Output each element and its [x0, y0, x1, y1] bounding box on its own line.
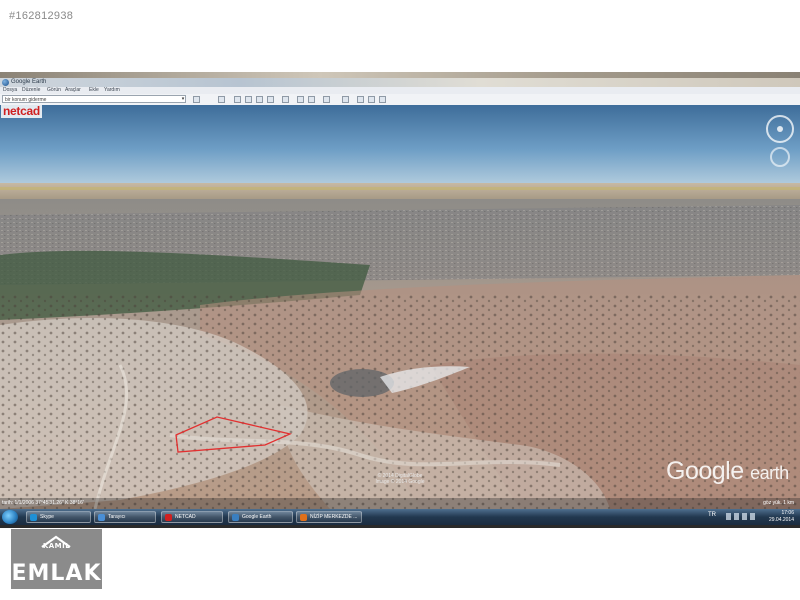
taskbar-label: Tarayıcı	[108, 514, 126, 520]
window-titlebar: Google Earth	[0, 78, 800, 87]
windows-taskbar: Skype Tarayıcı NETCAD Google Earth NİZİP…	[0, 509, 800, 525]
taskbar-item-browser[interactable]: Tarayıcı	[94, 511, 156, 523]
sidebar-toggle-icon[interactable]	[218, 96, 225, 103]
dark-basin	[330, 369, 394, 397]
polygon-icon[interactable]	[245, 96, 252, 103]
taskbar-label: NİZİP MERKEZDE ...	[310, 514, 358, 520]
taskbar-item-firefox[interactable]: NİZİP MERKEZDE ...	[296, 511, 362, 523]
coordinates-readout: tarih: 1/1/2006 37°45'31.26" K 38°16'	[2, 500, 84, 506]
taskbar-label: NETCAD	[175, 514, 196, 520]
netcad-icon	[165, 514, 172, 521]
google-earth-icon	[232, 514, 239, 521]
taskbar-label: Skype	[40, 514, 54, 520]
menu-item-help[interactable]: Yardım	[104, 87, 120, 94]
maps-icon[interactable]	[379, 96, 386, 103]
menu-item-add[interactable]: Ekle	[89, 87, 99, 94]
taskbar-item-netcad[interactable]: NETCAD	[161, 511, 223, 523]
email-icon[interactable]	[357, 96, 364, 103]
eye-altitude-readout: göz yük. 1 km	[763, 500, 794, 506]
menu-item-tools[interactable]: Araçlar	[65, 87, 81, 94]
system-tray: TR 17:06 29.04.2014	[708, 510, 798, 524]
look-joystick-icon[interactable]	[777, 126, 783, 132]
search-icon[interactable]	[193, 96, 200, 103]
menu-item-file[interactable]: Dosya	[3, 87, 17, 94]
clock-time[interactable]: 17:06	[781, 510, 794, 517]
path-icon[interactable]	[256, 96, 263, 103]
kamil-emlak-logo: KAMİL EMLAK	[11, 529, 102, 589]
menu-bar: Dosya Düzenle Görün Araçlar Ekle Yardım	[0, 87, 800, 94]
ruler-icon[interactable]	[342, 96, 349, 103]
firefox-icon	[300, 514, 307, 521]
terrain-view	[0, 105, 800, 509]
logo-emlak-text: EMLAK	[11, 561, 102, 586]
clock-date[interactable]: 29.04.2014	[769, 517, 794, 524]
planet-icon[interactable]	[323, 96, 330, 103]
start-button[interactable]	[2, 510, 18, 524]
search-input[interactable]: bir konum giderme	[2, 95, 186, 103]
logo-kamil-text: KAMİL	[42, 542, 71, 550]
screenshot-monitor: Google Earth Dosya Düzenle Görün Araçlar…	[0, 72, 800, 528]
placemark-icon[interactable]	[234, 96, 241, 103]
watermark-earth: earth	[750, 463, 789, 483]
taskbar-item-skype[interactable]: Skype	[26, 511, 91, 523]
menu-item-edit[interactable]: Düzenle	[22, 87, 40, 94]
netcad-logo: netcad	[1, 105, 42, 118]
overlay-icon[interactable]	[267, 96, 274, 103]
imagery-attribution: © 2014 DigitalGlobe Image © 2014 Google	[375, 473, 425, 485]
historical-imagery-icon[interactable]	[308, 96, 315, 103]
skype-icon	[30, 514, 37, 521]
sky	[0, 105, 800, 187]
sun-icon[interactable]	[297, 96, 304, 103]
taskbar-label: Google Earth	[242, 514, 272, 520]
google-earth-icon	[2, 79, 9, 86]
status-bar: tarih: 1/1/2006 37°45'31.26" K 38°16' gö…	[0, 498, 800, 509]
move-joystick-icon[interactable]	[770, 147, 790, 167]
earth-view[interactable]: netcad © 2014 DigitalGlobe Image © 2014 …	[0, 105, 800, 509]
window-title: Google Earth	[11, 79, 47, 85]
menu-item-view[interactable]: Görün	[47, 87, 61, 94]
print-icon[interactable]	[368, 96, 375, 103]
taskbar-item-google-earth[interactable]: Google Earth	[228, 511, 293, 523]
horizon-haze	[0, 183, 800, 199]
google-earth-watermark: Google earth	[666, 458, 789, 486]
monitor-bezel-bottom	[0, 525, 800, 528]
tray-icons[interactable]	[726, 513, 758, 520]
listing-id: #162812938	[9, 10, 74, 22]
compass-control[interactable]	[766, 115, 794, 143]
chevron-down-icon[interactable]: ▾	[180, 95, 186, 103]
watermark-google: Google	[666, 457, 744, 485]
language-indicator[interactable]: TR	[708, 512, 716, 518]
tour-icon[interactable]	[282, 96, 289, 103]
browser-icon	[98, 514, 105, 521]
